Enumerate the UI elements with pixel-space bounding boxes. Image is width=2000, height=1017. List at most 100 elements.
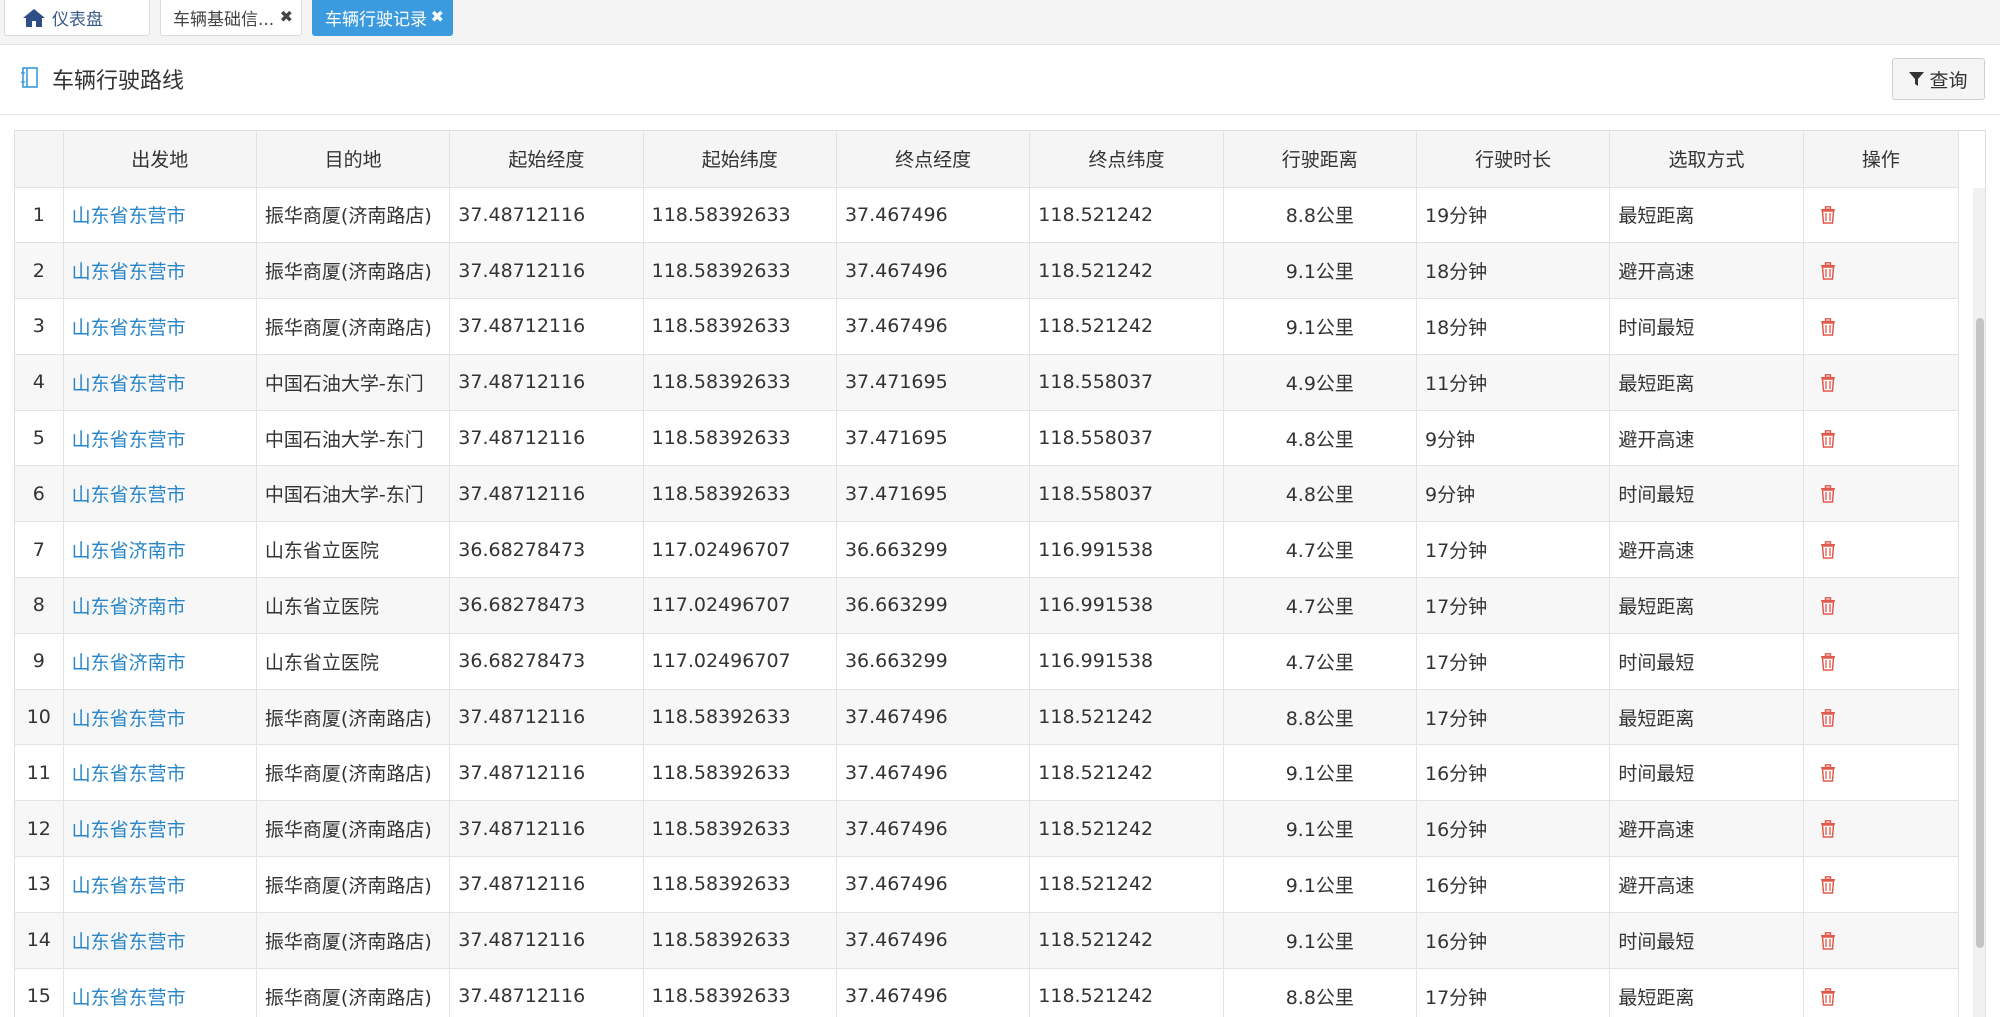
col-header-start-lng[interactable]: 起始经度 bbox=[449, 131, 644, 188]
destination-cell: 振华商厦(济南路店) bbox=[256, 856, 451, 913]
start-lng-cell: 37.48712116 bbox=[449, 856, 644, 913]
origin-link[interactable]: 山东省济南市 bbox=[63, 633, 257, 690]
close-icon[interactable]: ✖ bbox=[431, 9, 444, 25]
origin-link[interactable]: 山东省东营市 bbox=[63, 744, 257, 802]
end-lat-cell: 118.521242 bbox=[1029, 187, 1224, 244]
end-lng-cell: 37.471695 bbox=[836, 465, 1031, 523]
col-header-origin[interactable]: 出发地 bbox=[63, 131, 257, 188]
duration-cell: 16分钟 bbox=[1416, 744, 1611, 802]
trash-icon[interactable] bbox=[1820, 652, 1836, 671]
col-header-route-mode[interactable]: 选取方式 bbox=[1609, 131, 1804, 188]
route-mode-cell: 避开高速 bbox=[1609, 410, 1804, 467]
tab-dashboard[interactable]: 仪表盘 bbox=[4, 0, 150, 36]
close-icon[interactable]: ✖ bbox=[280, 9, 293, 25]
distance-cell: 4.9公里 bbox=[1223, 354, 1417, 411]
duration-cell: 16分钟 bbox=[1416, 912, 1611, 969]
table-header-row: 出发地 目的地 起始经度 起始纬度 终点经度 终点纬度 行驶距离 行驶时长 选取… bbox=[15, 131, 1960, 188]
origin-link[interactable]: 山东省东营市 bbox=[63, 187, 257, 244]
table-row: 13 山东省东营市 振华商厦(济南路店) 37.48712116 118.5839263… bbox=[15, 856, 1960, 913]
origin-link[interactable]: 山东省东营市 bbox=[63, 689, 257, 746]
destination-cell: 振华商厦(济南路店) bbox=[256, 242, 451, 300]
distance-cell: 9.1公里 bbox=[1223, 856, 1417, 913]
origin-link[interactable]: 山东省东营市 bbox=[63, 465, 257, 523]
trash-icon[interactable] bbox=[1820, 429, 1836, 448]
origin-link[interactable]: 山东省东营市 bbox=[63, 856, 257, 913]
end-lat-cell: 118.521242 bbox=[1029, 744, 1224, 802]
start-lng-cell: 37.48712116 bbox=[449, 744, 644, 802]
distance-cell: 4.8公里 bbox=[1223, 410, 1417, 467]
trash-icon[interactable] bbox=[1820, 931, 1836, 950]
duration-cell: 19分钟 bbox=[1416, 187, 1611, 244]
actions-cell bbox=[1803, 242, 1960, 300]
start-lng-cell: 37.48712116 bbox=[449, 354, 644, 411]
table-row: 3 山东省东营市 振华商厦(济南路店) 37.48712116 118.58392633… bbox=[15, 298, 1960, 355]
route-mode-cell: 避开高速 bbox=[1609, 800, 1804, 858]
route-mode-cell: 时间最短 bbox=[1609, 465, 1804, 523]
distance-cell: 4.8公里 bbox=[1223, 465, 1417, 523]
trash-icon[interactable] bbox=[1820, 373, 1836, 392]
row-index: 15 bbox=[15, 968, 64, 1017]
actions-cell bbox=[1803, 689, 1960, 746]
trash-icon[interactable] bbox=[1820, 318, 1836, 336]
duration-cell: 11分钟 bbox=[1416, 354, 1611, 411]
route-mode-cell: 最短距离 bbox=[1609, 968, 1804, 1017]
trash-icon[interactable] bbox=[1820, 708, 1836, 727]
tab-vehicle-driving-records[interactable]: 车辆行驶记录 ✖ bbox=[312, 0, 453, 36]
origin-link[interactable]: 山东省济南市 bbox=[63, 521, 257, 579]
origin-link[interactable]: 山东省东营市 bbox=[63, 968, 257, 1017]
destination-cell: 山东省立医院 bbox=[256, 577, 451, 634]
col-header-start-lat[interactable]: 起始纬度 bbox=[643, 131, 837, 188]
trash-icon[interactable] bbox=[1820, 485, 1836, 504]
end-lat-cell: 116.991538 bbox=[1029, 633, 1224, 690]
distance-cell: 4.7公里 bbox=[1223, 633, 1417, 690]
col-header-end-lng[interactable]: 终点经度 bbox=[836, 131, 1031, 188]
start-lng-cell: 37.48712116 bbox=[449, 912, 644, 969]
trash-icon[interactable] bbox=[1820, 876, 1836, 894]
col-header-distance[interactable]: 行驶距离 bbox=[1223, 131, 1417, 188]
actions-cell bbox=[1803, 298, 1960, 355]
query-button-label: 查询 bbox=[1929, 69, 1968, 92]
end-lng-cell: 37.467496 bbox=[836, 298, 1031, 355]
route-mode-cell: 时间最短 bbox=[1609, 633, 1804, 690]
end-lat-cell: 118.521242 bbox=[1029, 968, 1224, 1017]
col-header-end-lat[interactable]: 终点纬度 bbox=[1029, 131, 1224, 188]
origin-link[interactable]: 山东省东营市 bbox=[63, 354, 257, 411]
tab-vehicle-basic-info[interactable]: 车辆基础信... ✖ bbox=[160, 0, 302, 36]
query-button[interactable]: 查询 bbox=[1892, 58, 1985, 100]
end-lng-cell: 37.471695 bbox=[836, 354, 1031, 411]
end-lng-cell: 37.467496 bbox=[836, 968, 1031, 1017]
table-body: 1 山东省东营市 振华商厦(济南路店) 37.48712116 118.58392633… bbox=[15, 187, 1960, 1017]
end-lng-cell: 37.471695 bbox=[836, 410, 1031, 467]
trash-icon[interactable] bbox=[1820, 764, 1836, 783]
origin-link[interactable]: 山东省东营市 bbox=[63, 410, 257, 467]
trash-icon[interactable] bbox=[1820, 987, 1836, 1006]
duration-cell: 17分钟 bbox=[1416, 689, 1611, 746]
trash-icon[interactable] bbox=[1820, 820, 1836, 838]
panel-header: 车辆行驶路线 查询 bbox=[0, 45, 2000, 115]
row-index: 13 bbox=[15, 856, 64, 913]
end-lng-cell: 36.663299 bbox=[836, 577, 1031, 634]
home-icon bbox=[23, 8, 45, 27]
table-scrollbar[interactable] bbox=[1973, 188, 1985, 1017]
trash-icon[interactable] bbox=[1820, 206, 1836, 225]
col-header-duration[interactable]: 行驶时长 bbox=[1416, 131, 1611, 188]
origin-link[interactable]: 山东省东营市 bbox=[63, 242, 257, 300]
origin-link[interactable]: 山东省东营市 bbox=[63, 912, 257, 969]
trash-icon[interactable] bbox=[1820, 597, 1836, 615]
origin-link[interactable]: 山东省东营市 bbox=[63, 298, 257, 355]
tab-bar: 仪表盘 车辆基础信... ✖ 车辆行驶记录 ✖ bbox=[0, 0, 2000, 45]
row-index: 2 bbox=[15, 242, 64, 300]
row-index: 9 bbox=[15, 633, 64, 690]
start-lng-cell: 36.68278473 bbox=[449, 521, 644, 579]
origin-link[interactable]: 山东省东营市 bbox=[63, 800, 257, 858]
trash-icon[interactable] bbox=[1820, 262, 1836, 280]
end-lng-cell: 36.663299 bbox=[836, 633, 1031, 690]
start-lat-cell: 117.02496707 bbox=[643, 633, 837, 690]
scrollbar-thumb[interactable] bbox=[1976, 318, 1984, 948]
col-header-destination[interactable]: 目的地 bbox=[256, 131, 451, 188]
trash-icon[interactable] bbox=[1820, 541, 1836, 559]
distance-cell: 4.7公里 bbox=[1223, 521, 1417, 579]
duration-cell: 16分钟 bbox=[1416, 800, 1611, 858]
origin-link[interactable]: 山东省济南市 bbox=[63, 577, 257, 634]
route-mode-cell: 最短距离 bbox=[1609, 187, 1804, 244]
